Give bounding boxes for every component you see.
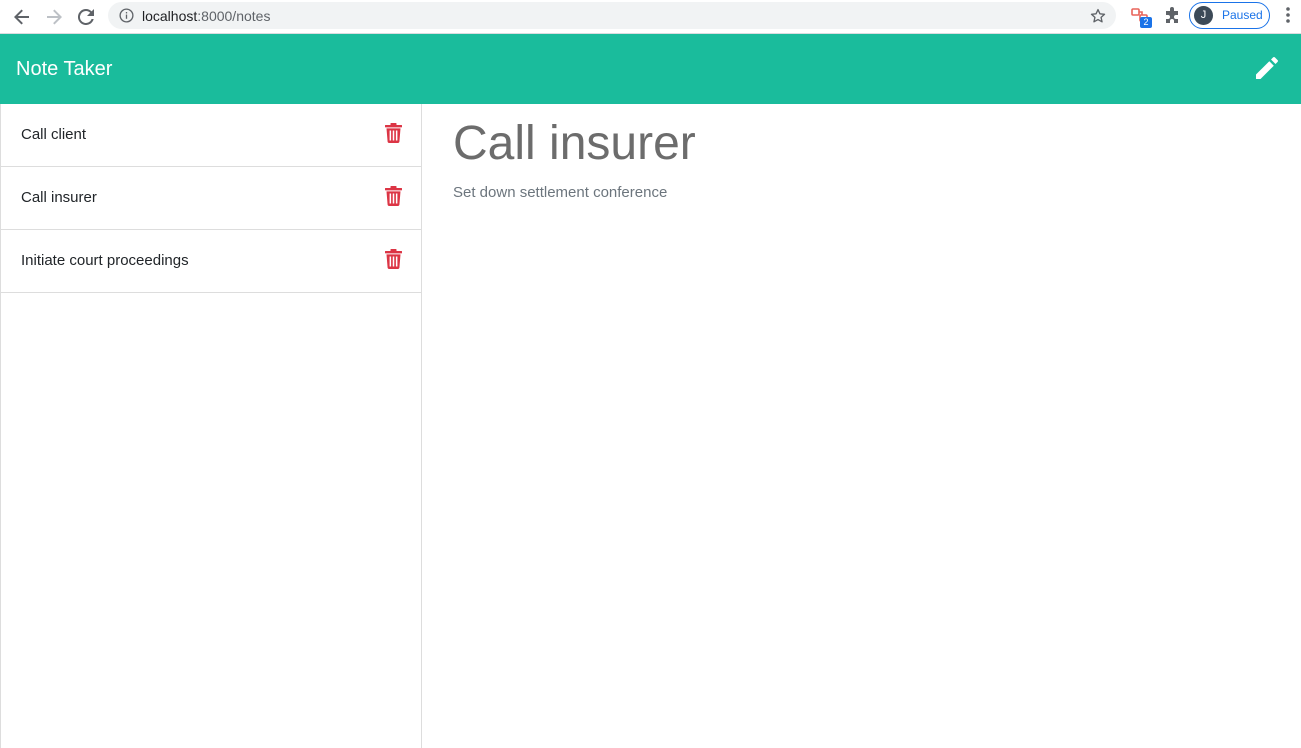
url-path: :8000/notes [197, 8, 271, 24]
list-item[interactable]: Initiate court proceedings [1, 230, 421, 293]
profile-button[interactable]: J Paused [1189, 2, 1270, 29]
trash-icon[interactable] [385, 249, 402, 269]
browser-toolbar: localhost:8000/notes 2 J Paused [0, 0, 1301, 34]
pencil-icon[interactable] [1252, 53, 1282, 83]
extension-badge: 2 [1140, 17, 1152, 28]
app-header: Note Taker [0, 34, 1301, 104]
note-title: Call client [21, 126, 87, 143]
arrow-left-icon [14, 9, 29, 25]
info-icon[interactable] [119, 8, 134, 23]
note-text-field[interactable]: Set down settlement conference [453, 184, 667, 202]
star-icon[interactable] [1089, 7, 1107, 25]
url-text[interactable]: localhost:8000/notes [142, 8, 270, 24]
list-item[interactable]: Call client [1, 104, 421, 167]
url-host: localhost [142, 8, 198, 24]
avatar: J [1194, 6, 1213, 25]
list-item[interactable]: Call insurer [1, 167, 421, 230]
reload-icon [78, 9, 94, 25]
puzzle-icon[interactable] [1161, 6, 1183, 28]
note-title: Initiate court proceedings [21, 252, 189, 269]
trash-icon[interactable] [385, 186, 402, 206]
address-bar[interactable]: localhost:8000/notes [108, 2, 1116, 29]
profile-status: Paused [1222, 8, 1263, 22]
back-button[interactable] [10, 5, 34, 29]
notes-list: Call client Call insurer Initiate court … [0, 104, 422, 748]
app-title[interactable]: Note Taker [16, 58, 112, 80]
note-title-field[interactable]: Call insurer [453, 116, 696, 172]
forward-button[interactable] [42, 5, 66, 29]
note-title: Call insurer [21, 189, 97, 206]
arrow-right-icon [47, 9, 62, 25]
trash-icon[interactable] [385, 123, 402, 143]
more-vert-icon[interactable] [1281, 6, 1295, 26]
reload-button[interactable] [74, 5, 98, 29]
note-editor: Call insurer Set down settlement confere… [422, 104, 1301, 748]
